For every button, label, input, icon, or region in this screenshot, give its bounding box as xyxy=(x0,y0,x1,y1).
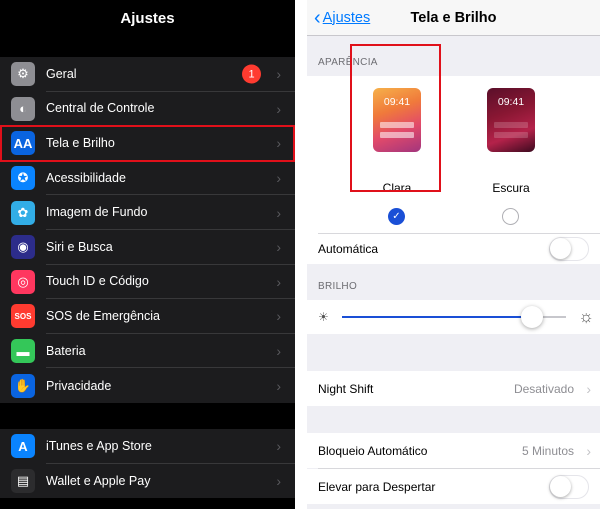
settings-item-label: Bateria xyxy=(46,334,295,369)
toggles-icon: ◐ xyxy=(11,96,35,121)
brightness-slider-thumb[interactable] xyxy=(521,306,544,328)
chevron-right-icon: › xyxy=(276,135,281,152)
display-brightness-panel: ‹ Ajustes Tela e Brilho APARÊNCIA 09:41 … xyxy=(307,0,600,509)
appearance-section: 09:41 Clara ✓ 09:41 Escura Automática xyxy=(307,76,600,264)
night-shift-row[interactable]: Night Shift Desativado › xyxy=(307,371,600,406)
automatic-label: Automática xyxy=(318,242,379,256)
battery-icon: ▬ xyxy=(11,339,35,364)
dark-preview-time: 09:41 xyxy=(497,96,525,108)
settings-item-bateria[interactable]: ▬ Bateria › xyxy=(0,334,295,369)
chevron-right-icon: › xyxy=(276,66,281,83)
sos-icon: SOS xyxy=(11,304,35,329)
app-store-icon: A xyxy=(11,434,35,459)
back-label: Ajustes xyxy=(322,9,371,26)
light-mode-radio[interactable]: ✓ xyxy=(388,208,405,225)
night-shift-label: Night Shift xyxy=(318,381,374,396)
settings-item-label: Siri e Busca xyxy=(46,230,295,265)
settings-item-sos-de-emerg-ncia[interactable]: SOS SOS de Emergência › xyxy=(0,299,295,334)
appearance-header: APARÊNCIA xyxy=(318,57,378,68)
chevron-right-icon: › xyxy=(586,380,591,397)
checkmark-icon: ✓ xyxy=(392,211,401,222)
raise-to-wake-toggle[interactable] xyxy=(549,474,589,499)
chevron-right-icon: › xyxy=(276,100,281,117)
brightness-header: BRILHO xyxy=(318,281,358,292)
accessibility-icon: ✪ xyxy=(11,166,35,191)
settings-item-tela-e-brilho[interactable]: AA Tela e Brilho › xyxy=(0,126,295,161)
chevron-right-icon: › xyxy=(276,377,281,394)
dark-mode-radio[interactable] xyxy=(502,208,519,225)
notification-badge: 1 xyxy=(242,64,261,84)
settings-panel: Ajustes ⚙ Geral 1 › ◐ Central de Controle › AA T… xyxy=(0,0,295,509)
settings-item-wallet-e-apple-pay[interactable]: ▤ Wallet e Apple Pay › xyxy=(0,464,295,499)
brightness-slider-fill xyxy=(342,316,533,318)
settings-item-label: iTunes e App Store xyxy=(46,429,295,464)
chevron-right-icon: › xyxy=(276,308,281,325)
fingerprint-icon: ◎ xyxy=(11,269,35,294)
settings-item-label: Acessibilidade xyxy=(46,161,295,196)
night-shift-value: Desativado xyxy=(513,381,574,396)
settings-item-acessibilidade[interactable]: ✪ Acessibilidade › xyxy=(0,161,295,196)
settings-item-geral[interactable]: ⚙ Geral 1 › xyxy=(0,57,295,92)
sun-large-icon: ☼ xyxy=(578,307,594,326)
settings-group-main: ⚙ Geral 1 › ◐ Central de Controle › AA Tela e Br… xyxy=(0,57,295,403)
auto-lock-row[interactable]: Bloqueio Automático 5 Minutos › xyxy=(307,433,600,468)
settings-item-label: Tela e Brilho xyxy=(46,126,295,161)
settings-item-privacidade[interactable]: ✋ Privacidade › xyxy=(0,368,295,403)
settings-item-central-de-controle[interactable]: ◐ Central de Controle › xyxy=(0,92,295,127)
display-brightness-icon: AA xyxy=(11,131,35,156)
back-button[interactable]: ‹ Ajustes xyxy=(314,8,370,28)
light-mode-label: Clara xyxy=(382,181,412,195)
light-preview-time: 09:41 xyxy=(383,96,411,108)
settings-item-label: Central de Controle xyxy=(46,92,295,127)
chevron-left-icon: ‹ xyxy=(314,6,321,29)
light-mode-preview[interactable]: 09:41 xyxy=(373,88,421,152)
automatic-toggle[interactable] xyxy=(549,237,589,261)
settings-item-label: Imagem de Fundo xyxy=(46,195,295,230)
settings-item-siri-e-busca[interactable]: ◉ Siri e Busca › xyxy=(0,230,295,265)
auto-lock-value: 5 Minutos xyxy=(521,443,574,458)
brightness-row: ☀ ☼ xyxy=(307,300,600,334)
chevron-right-icon: › xyxy=(276,239,281,256)
settings-item-imagem-de-fundo[interactable]: ✿ Imagem de Fundo › xyxy=(0,195,295,230)
settings-item-itunes-e-app-store[interactable]: AiTunes e App Store › xyxy=(0,429,295,464)
raise-to-wake-label: Elevar para Despertar xyxy=(318,479,436,494)
siri-icon: ◉ xyxy=(11,235,35,260)
settings-item-label: Privacidade xyxy=(46,378,112,393)
chevron-right-icon: › xyxy=(276,343,281,360)
settings-group-store: AiTunes e App Store › ▤ Wallet e Apple Pay › xyxy=(0,428,295,499)
settings-item-label: SOS de Emergência xyxy=(46,299,295,334)
nav-bar: ‹ Ajustes Tela e Brilho xyxy=(307,0,600,36)
sun-small-icon: ☀ xyxy=(318,310,329,324)
hand-icon: ✋ xyxy=(11,373,35,398)
chevron-right-icon: › xyxy=(586,442,591,459)
settings-title: Ajustes xyxy=(120,9,175,27)
brightness-slider[interactable] xyxy=(342,306,566,328)
settings-item-label: Wallet e Apple Pay xyxy=(46,473,151,488)
auto-lock-label: Bloqueio Automático xyxy=(318,443,428,458)
raise-to-wake-row: Elevar para Despertar xyxy=(307,469,600,504)
dark-mode-preview[interactable]: 09:41 xyxy=(487,88,535,152)
chevron-right-icon: › xyxy=(276,204,281,221)
settings-item-label: Touch ID e Código xyxy=(46,265,295,300)
chevron-right-icon: › xyxy=(276,273,281,290)
chevron-right-icon: › xyxy=(276,472,281,489)
chevron-right-icon: › xyxy=(276,170,281,187)
dark-mode-label: Escura xyxy=(492,181,530,195)
gear-icon: ⚙ xyxy=(11,62,35,87)
wallet-icon: ▤ xyxy=(11,468,35,493)
chevron-right-icon: › xyxy=(276,438,281,455)
automatic-row: Automática xyxy=(307,234,600,264)
settings-item-touch-id-e-c-digo[interactable]: ◎ Touch ID e Código › xyxy=(0,265,295,300)
wallpaper-icon: ✿ xyxy=(11,200,35,225)
